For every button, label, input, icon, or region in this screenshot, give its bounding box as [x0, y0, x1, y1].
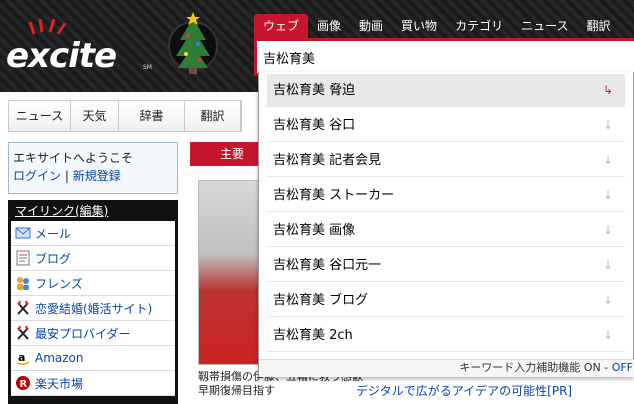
excite-logo[interactable]: excite SM: [6, 18, 156, 78]
caption-line-2: 早期復帰目指す: [198, 384, 275, 397]
enter-arrow-icon: ↳: [602, 83, 613, 97]
mylink-friends[interactable]: フレンズ: [11, 271, 175, 296]
search-input[interactable]: [257, 41, 634, 73]
suggestion-text: 吉松育美 脅迫: [273, 83, 356, 98]
suggestion-text: 吉松育美 記者会見: [273, 153, 382, 168]
nav-item-dictionary[interactable]: 辞書: [119, 101, 185, 131]
suggestion-item[interactable]: 吉松育美 脅迫 ↳: [267, 74, 625, 107]
suggestion-text: 吉松育美 画像: [273, 223, 356, 238]
mylink-label: 最安プロバイダー: [35, 326, 131, 341]
suggest-on-toggle[interactable]: ON: [584, 361, 601, 374]
mylink-rakuten[interactable]: R 楽天市場: [11, 371, 175, 396]
mylink-marriage[interactable]: 恋愛結婚(婚活サイト): [11, 296, 175, 321]
excite-icon: [15, 325, 31, 341]
mail-icon: [15, 225, 31, 241]
mylink-provider[interactable]: 最安プロバイダー: [11, 321, 175, 346]
down-arrow-icon: ↓: [602, 223, 613, 237]
mylink-label: Amazon: [35, 351, 84, 365]
rakuten-icon: R: [15, 375, 31, 391]
suggestion-text: 吉松育美 ブログ: [273, 293, 369, 308]
svg-text:a: a: [18, 351, 25, 364]
down-arrow-icon: ↓: [602, 153, 613, 167]
mylink-label: 楽天市場: [35, 376, 84, 391]
suggestion-item[interactable]: 吉松育美 谷口元一 ↓: [267, 249, 625, 282]
suggestion-item[interactable]: 吉松育美 記者会見 ↓: [267, 144, 625, 177]
tab-translate[interactable]: 翻訳: [577, 14, 619, 38]
mylink-label: フレンズ: [35, 276, 83, 291]
service-nav: ニュース 天気 辞書 翻訳: [8, 100, 242, 132]
suggest-off-toggle[interactable]: OFF: [612, 361, 633, 374]
mylinks-panel: マイリンク(編集) メール ブログ フレンズ 恋愛結婚(婚活サイト) 最安プロバ…: [8, 200, 178, 404]
main-section-label[interactable]: 主要: [190, 142, 260, 166]
friends-icon: [15, 275, 31, 291]
suggestion-item[interactable]: 吉松育美 谷口 ↓: [267, 109, 625, 142]
logo-wordmark: excite: [6, 36, 117, 76]
tab-web[interactable]: ウェブ: [254, 14, 309, 38]
logo-burst-icon: [28, 18, 67, 35]
svg-text:R: R: [20, 379, 28, 390]
down-arrow-icon: ↓: [602, 258, 613, 272]
down-arrow-icon: ↓: [602, 118, 613, 132]
nav-item-weather[interactable]: 天気: [71, 101, 119, 131]
mylinks-list: メール ブログ フレンズ 恋愛結婚(婚活サイト) 最安プロバイダー a Amaz…: [11, 221, 175, 396]
suggestion-footer: キーワード入力補助機能 ON - OFF: [259, 359, 634, 377]
pr-link[interactable]: デジタルで広がるアイデアの可能性[PR]: [356, 382, 572, 399]
link-separator: |: [64, 169, 69, 183]
mylink-amazon[interactable]: a Amazon: [11, 346, 175, 371]
welcome-title: エキサイトへようこそ: [13, 151, 134, 165]
suggestion-item[interactable]: 吉松育美 ブログ ↓: [267, 284, 625, 317]
mylink-blog[interactable]: ブログ: [11, 246, 175, 271]
down-arrow-icon: ↓: [602, 293, 613, 307]
suggestion-text: 吉松育美 谷口元一: [273, 258, 382, 273]
suggestion-text: 吉松育美 ストーカー: [273, 188, 395, 203]
mylink-label: メール: [35, 226, 72, 241]
excite-icon: [15, 300, 31, 316]
suggestion-text: 吉松育美 谷口: [273, 118, 356, 133]
mylink-label: ブログ: [35, 251, 72, 266]
christmas-tree-icon: [168, 12, 218, 74]
suggestion-item[interactable]: 吉松育美 ストーカー ↓: [267, 179, 625, 212]
nav-item-translate[interactable]: 翻訳: [185, 101, 241, 131]
suggest-toggle-separator: -: [604, 361, 609, 374]
tab-category[interactable]: カテゴリ: [446, 14, 512, 38]
tab-images[interactable]: 画像: [308, 14, 350, 38]
search-box: [254, 38, 634, 76]
tab-shopping[interactable]: 買い物: [392, 14, 446, 38]
mylink-label: 恋愛結婚(婚活サイト): [35, 301, 153, 316]
down-arrow-icon: ↓: [602, 188, 613, 202]
nav-item-news[interactable]: ニュース: [9, 101, 71, 131]
tab-video[interactable]: 動画: [350, 14, 392, 38]
suggestion-item[interactable]: 吉松育美 画像 ↓: [267, 214, 625, 247]
tab-news[interactable]: ニュース: [512, 14, 577, 38]
suggestion-text: 吉松育美 2ch: [273, 328, 353, 343]
amazon-icon: a: [15, 350, 31, 366]
mylink-mail[interactable]: メール: [11, 221, 175, 246]
blog-icon: [15, 250, 31, 266]
suggestion-dropdown: 吉松育美 脅迫 ↳ 吉松育美 谷口 ↓ 吉松育美 記者会見 ↓ 吉松育美 ストー…: [258, 72, 634, 377]
logo-servicemark: SM: [143, 64, 152, 71]
login-link[interactable]: ログイン: [13, 169, 61, 183]
suggest-feature-label: キーワード入力補助機能: [459, 361, 581, 374]
register-link[interactable]: 新規登録: [73, 169, 121, 183]
search-tabs: ウェブ 画像 動画 買い物 カテゴリ ニュース 翻訳: [254, 14, 620, 38]
mylinks-title[interactable]: マイリンク(編集): [11, 203, 175, 219]
down-arrow-icon: ↓: [602, 328, 613, 342]
welcome-box: エキサイトへようこそ ログイン | 新規登録: [8, 142, 178, 194]
suggestion-item[interactable]: 吉松育美 2ch ↓: [267, 319, 625, 352]
